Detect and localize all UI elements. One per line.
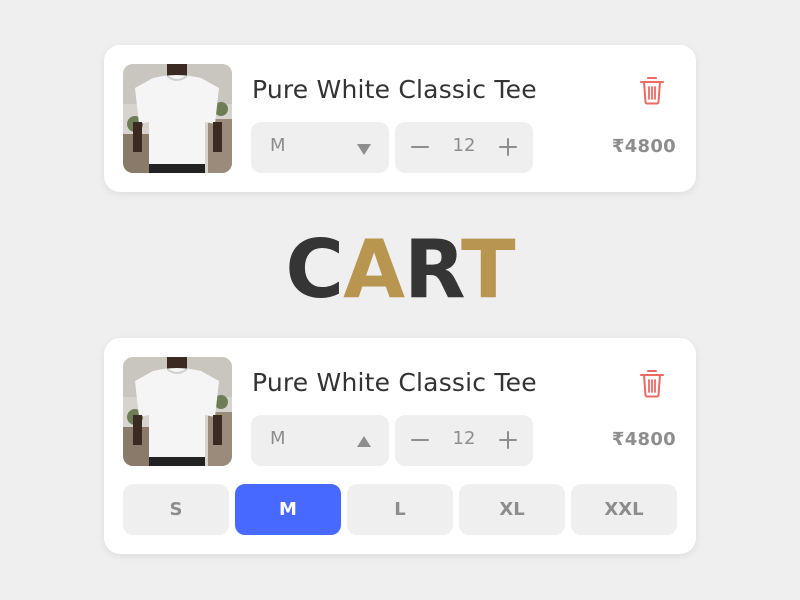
heading-letter: T <box>461 223 516 316</box>
caret-down-icon <box>357 140 371 159</box>
size-dropdown[interactable]: M <box>251 415 389 466</box>
quantity-stepper: 12 <box>395 415 533 466</box>
size-dropdown[interactable]: M <box>251 122 389 173</box>
trash-icon[interactable] <box>638 368 666 398</box>
product-image <box>123 64 232 173</box>
heading-letter: R <box>404 223 462 316</box>
size-option-xl[interactable]: XL <box>459 484 565 535</box>
product-image <box>123 357 232 466</box>
product-title: Pure White Classic Tee <box>252 368 537 397</box>
size-option-m[interactable]: M <box>235 484 341 535</box>
size-dropdown-value: M <box>270 428 286 449</box>
size-dropdown-value: M <box>270 135 286 156</box>
cart-item-card-expanded: Pure White Classic Tee M 12 ₹4800 S M L … <box>104 338 696 554</box>
plus-icon[interactable] <box>493 132 523 162</box>
plus-icon[interactable] <box>493 425 523 455</box>
product-title: Pure White Classic Tee <box>252 75 537 104</box>
quantity-stepper: 12 <box>395 122 533 173</box>
size-option-xxl[interactable]: XXL <box>571 484 677 535</box>
item-price: ₹4800 <box>611 429 676 450</box>
cart-item-card: Pure White Classic Tee M 12 ₹4800 <box>104 45 696 192</box>
size-options-list: S M L XL XXL <box>123 484 677 535</box>
caret-up-icon <box>357 433 371 452</box>
heading-letter: A <box>343 223 405 316</box>
size-option-l[interactable]: L <box>347 484 453 535</box>
size-option-s[interactable]: S <box>123 484 229 535</box>
item-price: ₹4800 <box>611 136 676 157</box>
cart-heading: CART <box>0 220 800 320</box>
heading-letter: C <box>285 223 344 316</box>
trash-icon[interactable] <box>638 75 666 105</box>
